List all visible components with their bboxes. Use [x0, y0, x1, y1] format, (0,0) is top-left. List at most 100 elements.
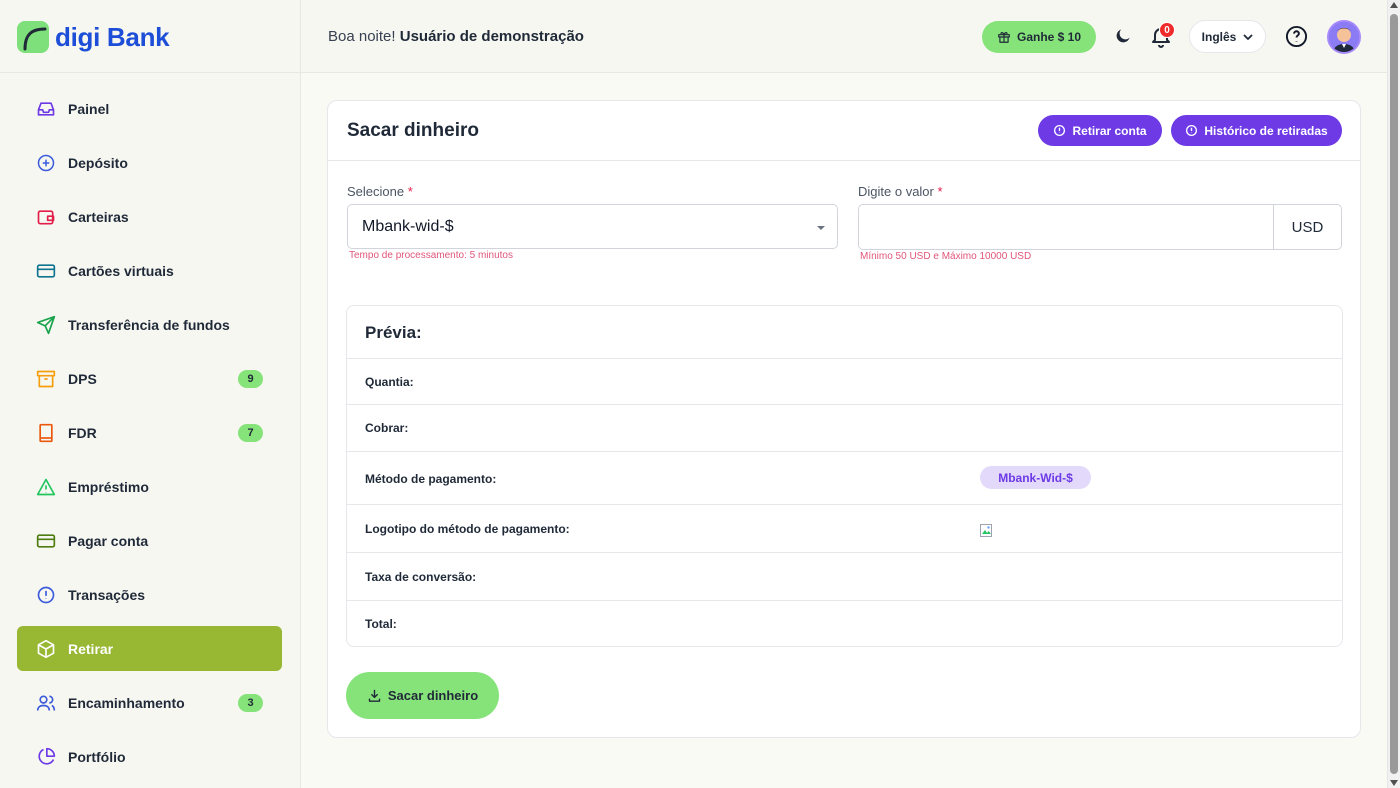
- sidebar-item-label: Empréstimo: [68, 478, 149, 495]
- send-icon: [36, 315, 56, 335]
- select-value: Mbank-wid-$: [362, 217, 454, 235]
- sidebar-item-label: Transferência de fundos: [68, 316, 230, 333]
- greeting: Boa noite! Usuário de demonstração: [328, 28, 584, 45]
- withdraw-card: Sacar dinheiro Retirar conta Histórico d…: [327, 100, 1361, 738]
- sidebar-item-fdr[interactable]: FDR 7: [17, 410, 282, 455]
- withdraw-account-button[interactable]: Retirar conta: [1038, 115, 1162, 146]
- preview-rate-label: Taxa de conversão:: [365, 570, 477, 584]
- sidebar-item-label: Carteiras: [68, 208, 129, 225]
- sidebar-item-label: FDR: [68, 424, 97, 441]
- sidebar-item-dps[interactable]: DPS 9: [17, 356, 282, 401]
- download-icon: [368, 689, 381, 702]
- payment-method-badge: Mbank-Wid-$: [980, 466, 1091, 489]
- gift-icon: [998, 32, 1010, 43]
- book-icon: [36, 423, 56, 443]
- user-name: Usuário de demonstração: [399, 28, 584, 45]
- processing-time-hint: Tempo de processamento: 5 minutos: [349, 250, 513, 261]
- sidebar-item-deposito[interactable]: Depósito: [17, 140, 282, 185]
- preview-row-charge: Cobrar:: [347, 404, 1342, 451]
- sidebar-item-label: Retirar: [68, 640, 114, 657]
- required-mark: *: [937, 184, 943, 199]
- sidebar-item-label: DPS: [68, 370, 97, 387]
- avatar-image: [1329, 22, 1359, 52]
- sidebar-divider: [0, 72, 300, 73]
- sidebar-item-transferencia[interactable]: Transferência de fundos: [17, 302, 282, 347]
- preview-title: Prévia:: [365, 323, 422, 342]
- preview-amount-label: Quantia:: [365, 375, 414, 389]
- required-mark: *: [407, 184, 413, 199]
- info-circle-icon: [1186, 124, 1198, 137]
- sidebar-item-cartoes-virtuais[interactable]: Cartões virtuais: [17, 248, 282, 293]
- caret-down-icon: [817, 226, 825, 230]
- language-label: Inglês: [1201, 29, 1237, 44]
- scroll-up-arrow-icon[interactable]: [1390, 2, 1398, 8]
- alert-triangle-icon: [36, 477, 56, 497]
- greeting-text: Boa noite!: [328, 28, 396, 45]
- withdraw-submit-button[interactable]: Sacar dinheiro: [346, 672, 499, 719]
- page-scrollbar[interactable]: [1387, 0, 1400, 788]
- amount-input[interactable]: [858, 204, 1273, 250]
- amount-limit-hint: Mínimo 50 USD e Máximo 10000 USD: [860, 251, 1032, 262]
- sidebar-item-label: Depósito: [68, 154, 128, 171]
- withdraw-method-select[interactable]: Mbank-wid-$: [347, 204, 838, 249]
- withdraw-account-label: Retirar conta: [1072, 123, 1147, 138]
- count-badge: 7: [238, 424, 263, 442]
- preview-method-label: Método de pagamento:: [365, 472, 497, 486]
- scroll-down-arrow-icon[interactable]: [1390, 780, 1398, 786]
- sidebar-item-label: Pagar conta: [68, 532, 149, 549]
- sidebar-item-label: Portfólio: [68, 748, 126, 765]
- sidebar: digi Bank Painel Depósito Carteiras Cart…: [0, 0, 301, 788]
- earn-reward-button[interactable]: Ganhe $ 10: [982, 21, 1096, 53]
- count-badge: 3: [238, 694, 263, 712]
- archive-icon: [36, 369, 56, 389]
- preview-row-total: Total:: [347, 600, 1342, 646]
- sidebar-item-transacoes[interactable]: Transações: [17, 572, 282, 617]
- top-header: Boa noite! Usuário de demonstração Ganhe…: [301, 0, 1387, 73]
- inbox-icon: [36, 99, 56, 119]
- preview-row-logo: Logotipo do método de pagamento:: [347, 504, 1342, 552]
- preview-logo-label: Logotipo do método de pagamento:: [365, 522, 570, 536]
- preview-charge-label: Cobrar:: [365, 421, 409, 435]
- info-circle-icon: [36, 585, 56, 605]
- sidebar-item-label: Encaminhamento: [68, 694, 185, 711]
- select-label-text: Selecione: [347, 184, 405, 199]
- brand-name: digi Bank: [55, 21, 170, 52]
- chevron-down-icon: [1243, 33, 1253, 40]
- preview-row-rate: Taxa de conversão:: [347, 552, 1342, 600]
- user-avatar[interactable]: [1327, 20, 1361, 54]
- sidebar-item-pagar-conta[interactable]: Pagar conta: [17, 518, 282, 563]
- withdraw-history-button[interactable]: Histórico de retiradas: [1171, 115, 1342, 146]
- preview-row-amount: Quantia:: [347, 358, 1342, 405]
- sidebar-item-painel[interactable]: Painel: [17, 86, 282, 131]
- count-badge: 9: [238, 370, 263, 388]
- submit-label: Sacar dinheiro: [387, 688, 479, 703]
- help-circle-icon[interactable]: [1285, 25, 1308, 48]
- sidebar-item-label: Transações: [68, 586, 146, 603]
- amount-label-text: Digite o valor: [858, 184, 934, 199]
- moon-icon[interactable]: [1113, 26, 1133, 46]
- card-icon: [36, 531, 56, 551]
- brand-logo[interactable]: digi Bank: [17, 21, 170, 53]
- credit-card-icon: [36, 261, 56, 281]
- logo-icon: [17, 21, 49, 53]
- sidebar-item-emprestimo[interactable]: Empréstimo: [17, 464, 282, 509]
- withdraw-history-label: Histórico de retiradas: [1204, 123, 1328, 138]
- sidebar-item-label: Painel: [68, 100, 110, 117]
- page-title: Sacar dinheiro: [347, 120, 479, 141]
- sidebar-item-portfolio[interactable]: Portfólio: [17, 734, 282, 779]
- amount-label: Digite o valor *: [858, 184, 943, 199]
- users-icon: [36, 693, 56, 713]
- select-method-label: Selecione *: [347, 184, 413, 199]
- notification-count-badge: 0: [1159, 22, 1175, 38]
- sidebar-item-carteiras[interactable]: Carteiras: [17, 194, 282, 239]
- sidebar-item-retirar[interactable]: Retirar: [17, 626, 282, 671]
- language-select[interactable]: Inglês: [1189, 20, 1266, 53]
- broken-image-icon: [980, 524, 992, 537]
- preview-row-method: Método de pagamento: Mbank-Wid-$: [347, 451, 1342, 504]
- preview-total-label: Total:: [365, 617, 397, 631]
- card-header: Sacar dinheiro Retirar conta Histórico d…: [328, 101, 1360, 161]
- preview-panel: Prévia: Quantia: Cobrar: Método de pagam…: [346, 305, 1343, 647]
- sidebar-item-encaminhamento[interactable]: Encaminhamento 3: [17, 680, 282, 725]
- scroll-thumb[interactable]: [1390, 14, 1398, 774]
- sidebar-nav: Painel Depósito Carteiras Cartões virtua…: [17, 86, 282, 788]
